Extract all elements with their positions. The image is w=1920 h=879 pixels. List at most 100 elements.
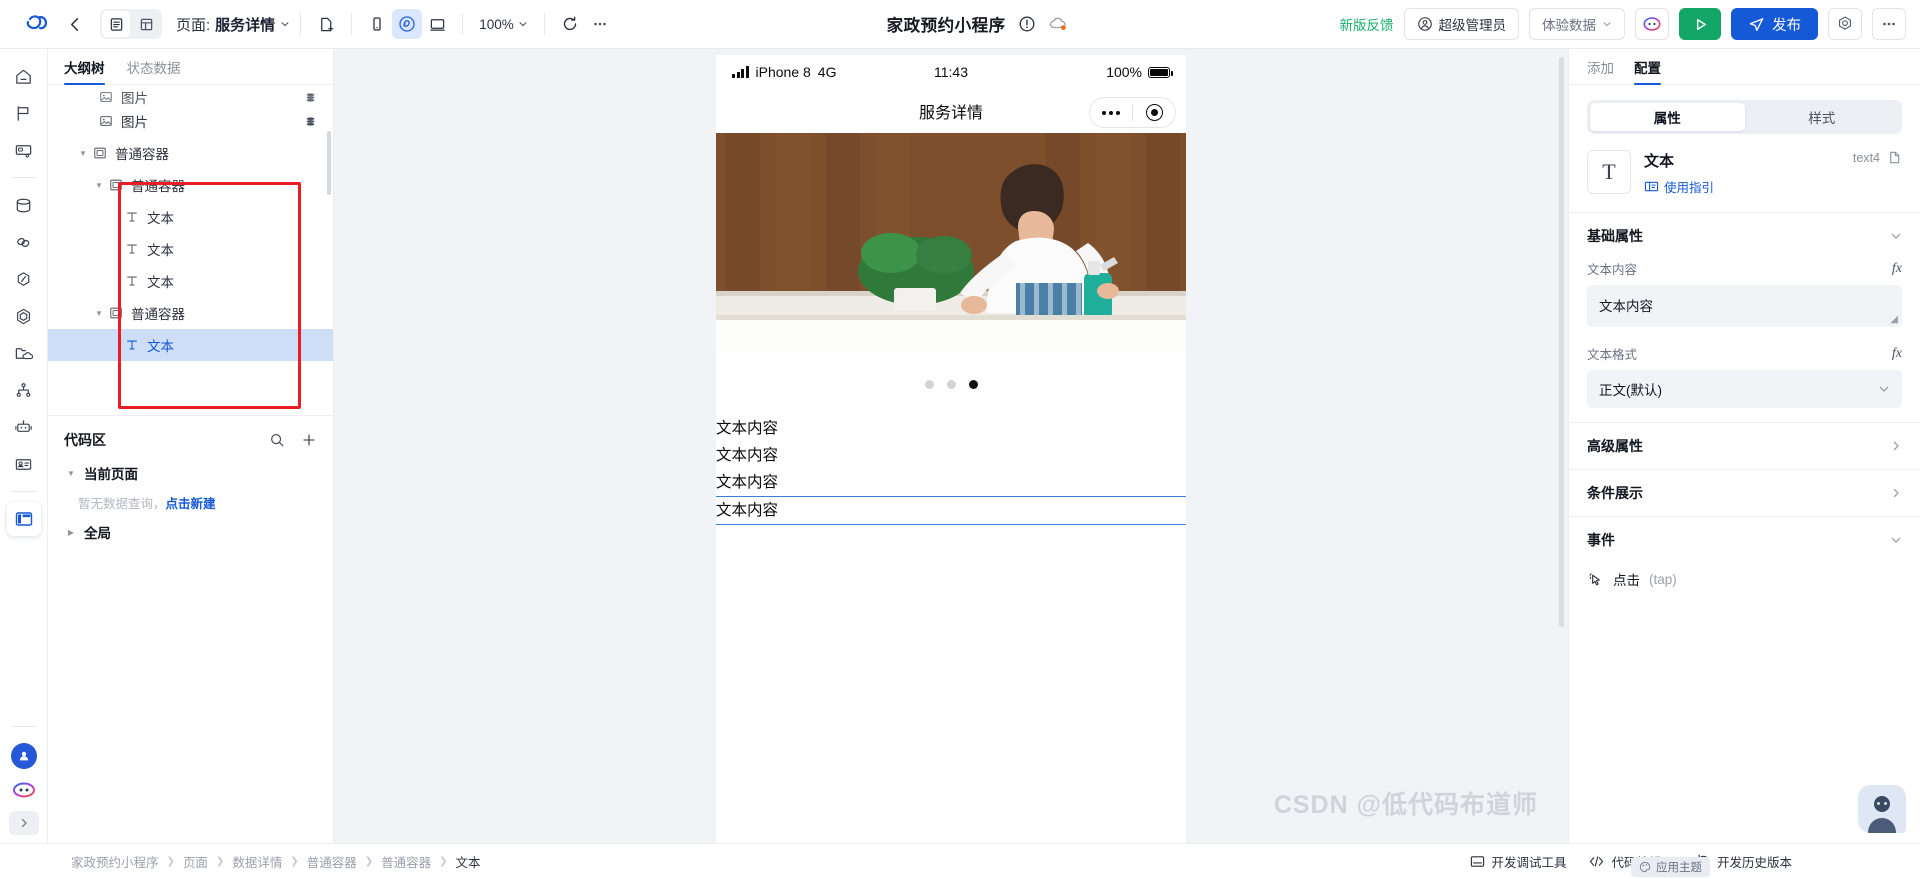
event-tap-row[interactable]: 点击 (tap) [1569, 563, 1920, 605]
sitemap-icon[interactable] [7, 373, 41, 407]
hexagon-icon[interactable] [7, 299, 41, 333]
tab-outline-tree[interactable]: 大纲树 [64, 57, 105, 85]
chevron-down-icon[interactable] [1890, 230, 1902, 242]
section-conditional-display[interactable]: 条件展示 [1569, 470, 1920, 516]
tab-state-data[interactable]: 状态数据 [127, 57, 181, 84]
slash-hex-icon[interactable] [7, 262, 41, 296]
canvas-scrollbar[interactable] [1559, 57, 1564, 627]
text-content-input[interactable]: 文本内容 ◢ [1587, 285, 1902, 327]
dev-history-button[interactable]: 开发历史版本 [1696, 852, 1792, 871]
section-basic-attributes[interactable]: 基础属性 [1569, 213, 1920, 259]
home-icon[interactable] [7, 59, 41, 93]
miniprogram-device-icon[interactable] [392, 9, 423, 39]
overflow-menu-icon[interactable] [1872, 8, 1906, 40]
page-selector[interactable]: 页面: 服务详情 [176, 14, 290, 35]
tree-item-container-1[interactable]: ▼ 普通容器 [48, 137, 333, 169]
search-icon[interactable] [269, 432, 285, 448]
tree-item-container-3[interactable]: ▼ 普通容器 [48, 297, 333, 329]
code-global-row[interactable]: ▶ 全局 [48, 517, 333, 547]
new-page-icon[interactable] [311, 9, 341, 39]
tree-item-text-2[interactable]: 文本 [48, 233, 333, 265]
carousel-dot[interactable] [946, 379, 956, 389]
capsule-more-icon[interactable] [1090, 110, 1132, 115]
code-create-link[interactable]: 点击新建 [166, 497, 216, 511]
chevron-right-icon[interactable] [8, 811, 39, 835]
caret-down-icon[interactable]: ▼ [92, 181, 106, 190]
copy-icon[interactable] [1887, 150, 1902, 165]
link-icon[interactable] [7, 225, 41, 259]
chevron-down-icon[interactable] [1890, 534, 1902, 546]
segment-styles[interactable]: 样式 [1745, 103, 1900, 131]
tree-item-text-1[interactable]: 文本 [48, 201, 333, 233]
document-view-icon[interactable] [102, 11, 130, 37]
usage-guide-link[interactable]: 使用指引 [1644, 177, 1714, 196]
tab-config[interactable]: 配置 [1634, 57, 1661, 85]
fx-formula-icon[interactable]: fx [1892, 261, 1902, 277]
section-events[interactable]: 事件 [1569, 517, 1920, 563]
carousel-pager[interactable] [716, 353, 1186, 415]
carousel-dot[interactable] [924, 379, 934, 389]
capsule-target-icon[interactable] [1133, 104, 1175, 121]
refresh-icon[interactable] [555, 9, 585, 39]
role-button[interactable]: 超级管理员 [1403, 8, 1519, 40]
ai-assistant-icon[interactable] [1635, 8, 1669, 40]
more-horizontal-icon[interactable] [585, 9, 615, 39]
carousel-dot-active[interactable] [968, 379, 978, 389]
chevron-right-icon[interactable] [1890, 487, 1902, 499]
cloud-status-icon[interactable] [1048, 15, 1068, 33]
tree-item-text-3[interactable]: 文本 [48, 265, 333, 297]
flag-icon[interactable] [7, 96, 41, 130]
desktop-device-icon[interactable] [422, 9, 452, 39]
play-preview-icon[interactable] [1679, 8, 1721, 40]
canvas-text-3[interactable]: 文本内容 [716, 469, 1186, 496]
chevron-right-icon[interactable] [1890, 440, 1902, 452]
section-advanced-attributes[interactable]: 高级属性 [1569, 423, 1920, 469]
lowcode-logo-icon[interactable] [14, 11, 60, 37]
breadcrumb-item-5[interactable]: 文本 [456, 852, 481, 871]
text-format-select[interactable]: 正文(默认) [1587, 370, 1902, 408]
database-icon[interactable] [7, 188, 41, 222]
apply-theme-chip[interactable]: 应用主题 [1631, 857, 1710, 877]
warning-circle-icon[interactable] [1018, 15, 1036, 33]
card-cart-icon[interactable] [7, 133, 41, 167]
breadcrumb-item-4[interactable]: 普通容器 [381, 852, 431, 871]
robot-icon[interactable] [7, 410, 41, 444]
layout-panel-icon[interactable] [6, 502, 41, 536]
caret-right-icon[interactable]: ▶ [64, 528, 78, 537]
folder-cloud-icon[interactable] [7, 336, 41, 370]
tree-item-image[interactable]: 图片 [48, 105, 333, 137]
breadcrumb-item-3[interactable]: 普通容器 [307, 852, 357, 871]
tree-item-container-2[interactable]: ▼ 普通容器 [48, 169, 333, 201]
hero-image[interactable] [716, 133, 1186, 353]
plus-icon[interactable] [301, 432, 317, 448]
tree-item-image-partial[interactable]: 图片 [48, 89, 333, 105]
feedback-link[interactable]: 新版反馈 [1340, 14, 1394, 34]
mobile-device-icon[interactable] [362, 9, 392, 39]
caret-down-icon[interactable]: ▼ [76, 149, 90, 158]
ai-face-icon[interactable] [12, 778, 36, 802]
caret-down-icon[interactable]: ▼ [92, 309, 106, 318]
settings-hex-icon[interactable] [1828, 8, 1862, 40]
breadcrumb-item-1[interactable]: 页面 [183, 852, 208, 871]
chevron-down-icon[interactable] [1878, 383, 1890, 395]
tab-add[interactable]: 添加 [1587, 57, 1614, 84]
env-selector[interactable]: 体验数据 [1529, 8, 1625, 40]
canvas-text-2[interactable]: 文本内容 [716, 442, 1186, 469]
tree-item-text-selected[interactable]: 文本 [48, 329, 333, 361]
grid-view-icon[interactable] [132, 11, 160, 37]
canvas-text-1[interactable]: 文本内容 [716, 415, 1186, 442]
chat-assistant-icon[interactable] [1858, 785, 1906, 833]
breadcrumb-item-2[interactable]: 数据详情 [232, 852, 282, 871]
caret-down-icon[interactable]: ▼ [64, 469, 78, 478]
debug-tools-button[interactable]: 开发调试工具 [1470, 852, 1566, 871]
back-arrow-icon[interactable] [60, 9, 90, 39]
user-avatar-icon[interactable] [10, 743, 37, 769]
canvas-text-4-selected[interactable]: 文本内容 [716, 496, 1186, 525]
segment-attributes[interactable]: 属性 [1590, 103, 1745, 131]
code-current-page-row[interactable]: ▼ 当前页面 [48, 458, 333, 488]
publish-button[interactable]: 发布 [1731, 8, 1818, 40]
id-card-icon[interactable] [7, 447, 41, 481]
fx-formula-icon[interactable]: fx [1892, 346, 1902, 362]
zoom-selector[interactable]: 100% [473, 17, 534, 32]
resize-handle-icon[interactable]: ◢ [1890, 314, 1898, 325]
